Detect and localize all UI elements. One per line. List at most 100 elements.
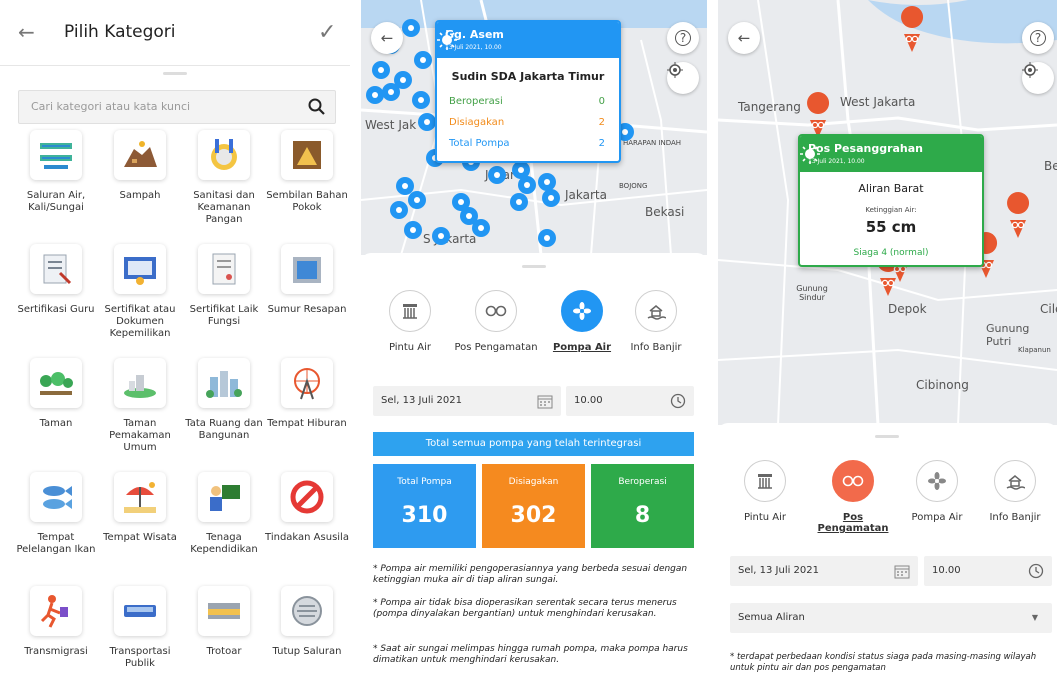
category-item[interactable]: Tindakan Asusila [264,472,350,544]
category-item[interactable]: Tutup Saluran [264,586,350,658]
pump-popup[interactable]: Gg. Asem 13 Juli 2021, 10.00 Sudin SDA J… [435,20,621,163]
tab-label: Pos Pengamatan [454,342,538,353]
category-item[interactable]: Tempat Hiburan [264,358,350,430]
pump-map-screen: West Jak HARAPAN INDAH BOJONG Jakar Jaka… [361,0,707,684]
category-item[interactable]: Sanitasi dan Keamanan Pangan [181,130,267,226]
tab-pos-pengamatan[interactable]: Pos Pengamatan [453,290,539,353]
date-field[interactable]: Sel, 13 Juli 2021 [730,556,918,586]
stat-beroperasi: Beroperasi 8 [591,464,694,548]
tab-pintu-air[interactable]: Pintu Air [722,460,808,523]
popup-level-label: Ketinggian Air: [865,206,917,214]
city-planning-icon [198,358,250,408]
category-item[interactable]: Sampah [97,130,183,202]
sun-icon [800,144,820,164]
function-certificate-icon [198,244,250,294]
category-item[interactable]: Sumur Resapan [264,244,350,316]
map-back-button[interactable]: ← [371,22,403,54]
category-item[interactable]: Taman Pemakaman Umum [97,358,183,454]
tab-info-banjir[interactable]: Info Banjir [972,460,1057,523]
ferris-wheel-icon [281,358,333,408]
migration-icon [30,586,82,636]
category-label: Tenaga Kependidikan [190,532,258,555]
time-value: 10.00 [574,395,603,406]
search-input[interactable]: Cari kategori atau kata kunci [18,90,336,124]
canal-icon [30,130,82,180]
sheet-handle[interactable] [522,265,546,268]
category-label: Tempat Hiburan [267,418,347,429]
fish-auction-icon [30,472,82,522]
stat-value: 302 [510,503,557,528]
category-item[interactable]: Sertifikat Laik Fungsi [181,244,267,328]
floodgate-icon [744,460,786,502]
category-item[interactable]: Tempat Wisata [97,472,183,544]
note-text: * terdapat perbedaan kondisi status siag… [730,652,1037,673]
back-arrow-icon[interactable]: ← [18,22,35,42]
my-location-button[interactable] [667,62,699,94]
help-button[interactable]: ? [667,22,699,54]
dropdown-value: Semua Aliran [738,612,805,623]
calendar-icon [894,565,910,579]
category-item[interactable]: Transportasi Publik [97,586,183,670]
stat-value: 8 [634,503,651,528]
category-item[interactable]: Trotoar [181,586,267,658]
search-icon[interactable] [307,97,327,117]
category-item[interactable]: Transmigrasi [13,586,99,658]
map-view[interactable]: Tangerang West Jakarta Be Gunung Sindur … [718,0,1057,425]
drain-cover-icon [281,586,333,636]
category-item[interactable]: Sertifikasi Guru [13,244,99,316]
tab-info-banjir[interactable]: Info Banjir [613,290,699,353]
tab-pos-pengamatan[interactable]: Pos Pengamatan [810,460,896,534]
sheet-handle[interactable] [875,435,899,438]
park-icon [30,358,82,408]
dropdown-arrow-icon: ▼ [1031,613,1038,622]
garbage-pile-icon [114,130,166,180]
sidewalk-icon [198,586,250,636]
category-item[interactable]: Tenaga Kependidikan [181,472,267,556]
search-placeholder: Cari kategori atau kata kunci [31,100,191,113]
date-field[interactable]: Sel, 13 Juli 2021 [373,386,561,416]
help-button[interactable]: ? [1022,22,1054,54]
tab-label: Info Banjir [630,342,682,353]
category-label: Sembilan Bahan Pokok [266,190,348,213]
popup-row-label: Disiagakan [449,117,505,128]
category-item[interactable]: Taman [13,358,99,430]
category-item[interactable]: Sertifikat atau Dokumen Kepemilikan [97,244,183,340]
category-item[interactable]: Tata Ruang dan Bangunan [181,358,267,442]
help-icon: ? [1030,30,1046,46]
tab-pompa-air[interactable]: Pompa Air [894,460,980,523]
calendar-icon [537,395,553,409]
sheet-handle[interactable] [163,72,187,75]
binoculars-icon [475,290,517,332]
river-dropdown[interactable]: Semua Aliran ▼ [730,603,1052,633]
tab-label: Info Banjir [989,512,1041,523]
note-text: * Saat air sungai melimpas hingga rumah … [373,644,688,665]
category-label: Tindakan Asusila [265,532,349,543]
map-view[interactable]: West Jak HARAPAN INDAH BOJONG Jakar Jaka… [361,0,707,255]
popup-river: Aliran Barat [858,182,924,195]
category-item[interactable]: Saluran Air, Kali/Sungai [13,130,99,214]
target-icon [667,62,683,78]
category-label: Tempat Wisata [103,532,177,543]
category-item[interactable]: Tempat Pelelangan Ikan [13,472,99,556]
time-value: 10.00 [932,565,961,576]
note-text: * Pompa air tidak bisa dioperasikan sere… [373,598,677,619]
time-field[interactable]: 10.00 [566,386,694,416]
popup-header: Gg. Asem 13 Juli 2021, 10.00 [437,22,619,58]
category-label: Taman [39,418,73,429]
observation-popup[interactable]: Pos Pesanggrahan 13 Juli 2021, 10.00 Ali… [798,134,984,267]
popup-row-value: 2 [598,138,605,149]
stat-total-pompa: Total Pompa 310 [373,464,476,548]
time-field[interactable]: 10.00 [924,556,1052,586]
category-item[interactable]: Sembilan Bahan Pokok [264,130,350,214]
popup-header: Pos Pesanggrahan 13 Juli 2021, 10.00 [800,136,982,172]
popup-location: Pos Pesanggrahan [808,142,924,155]
integration-banner: Total semua pompa yang telah terintegras… [373,432,694,456]
map-back-button[interactable]: ← [728,22,760,54]
cemetery-icon [114,358,166,408]
tab-pintu-air[interactable]: Pintu Air [367,290,453,353]
popup-agency: Sudin SDA Jakarta Timur [451,70,605,83]
observation-marker [807,92,830,138]
confirm-check-icon[interactable]: ✓ [318,20,336,45]
my-location-button[interactable] [1022,62,1054,94]
category-label: Sumur Resapan [267,304,347,315]
